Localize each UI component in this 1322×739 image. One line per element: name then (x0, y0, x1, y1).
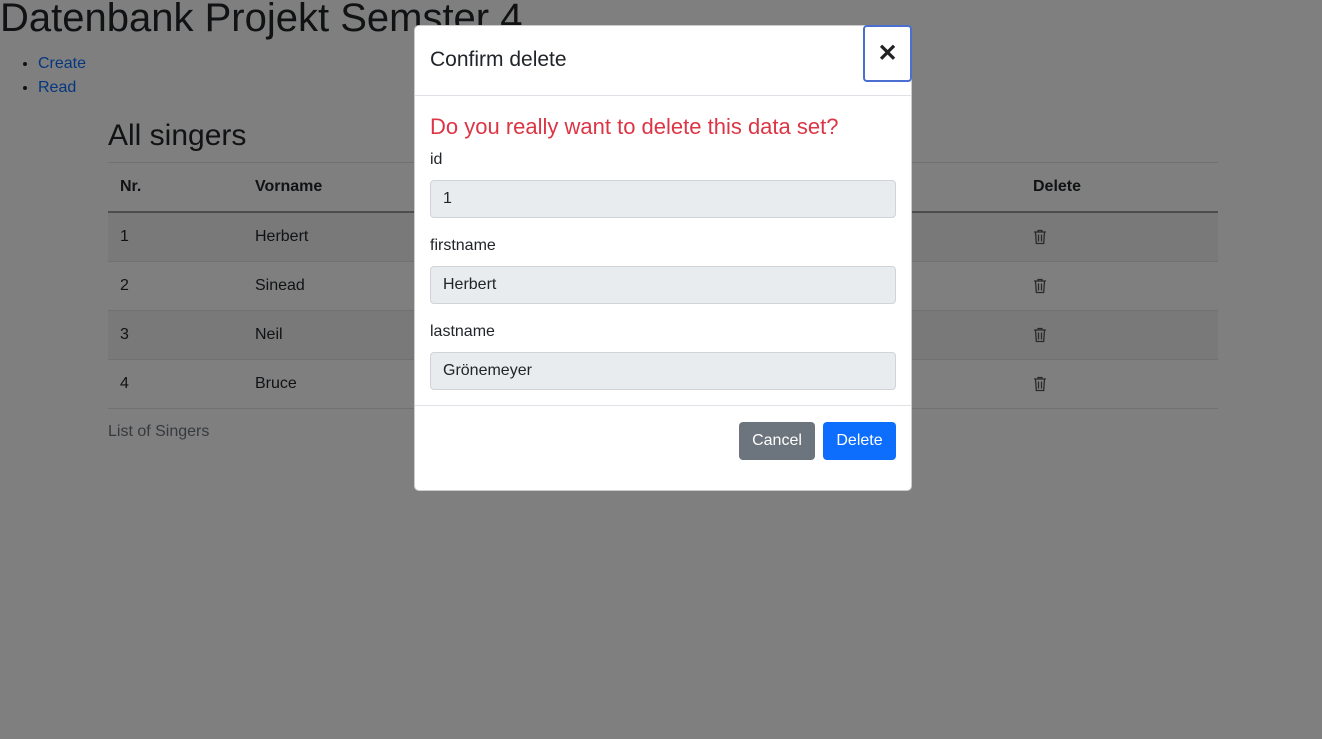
close-button[interactable]: ✕ (863, 25, 912, 82)
lastname-label: lastname (430, 323, 495, 340)
id-label: id (430, 151, 443, 168)
modal-title: Confirm delete (430, 48, 567, 71)
lastname-field[interactable] (430, 352, 896, 390)
close-icon: ✕ (877, 40, 898, 67)
modal-body: Do you really want to delete this data s… (415, 96, 911, 406)
delete-warning: Do you really want to delete this data s… (430, 114, 839, 139)
delete-button[interactable]: Delete (823, 422, 896, 460)
modal-header: Confirm delete ✕ (415, 25, 912, 96)
firstname-field[interactable] (430, 266, 896, 304)
confirm-delete-modal: Confirm delete ✕ Do you really want to d… (414, 25, 912, 491)
modal-footer: Cancel Delete (415, 406, 911, 476)
id-field[interactable] (430, 180, 896, 218)
firstname-label: firstname (430, 237, 496, 254)
page: Datenbank Projekt Semster 4 Create Read … (0, 0, 1322, 739)
cancel-button[interactable]: Cancel (739, 422, 815, 460)
